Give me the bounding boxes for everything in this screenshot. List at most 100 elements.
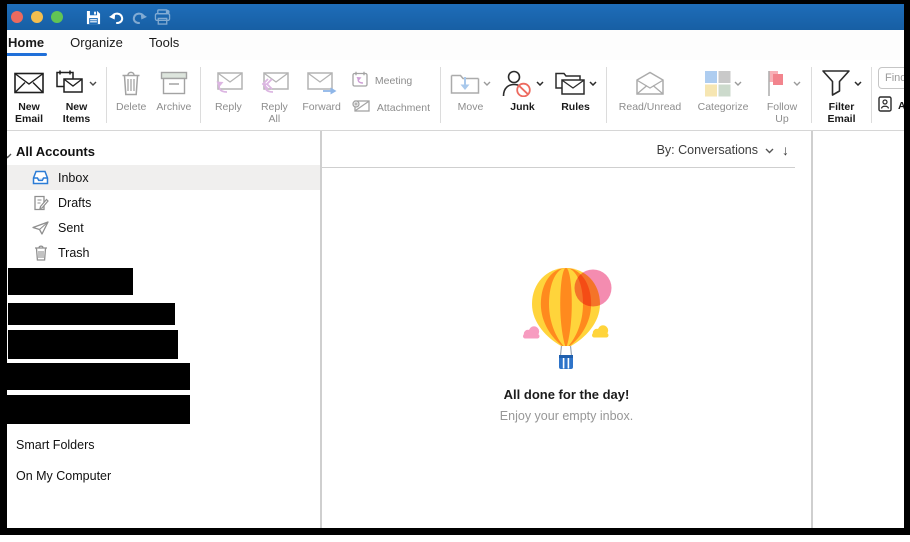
chevron-down-icon <box>734 81 742 86</box>
tab-organize[interactable]: Organize <box>70 35 123 56</box>
reply-all-arrow-envelope-icon <box>259 65 290 101</box>
chevron-down-icon <box>536 80 544 86</box>
chevron-down-icon <box>793 81 801 86</box>
read-unread-button[interactable]: Read/Unread <box>611 65 689 113</box>
chevron-down-icon <box>854 80 862 86</box>
new-items-button[interactable]: New Items <box>51 65 102 125</box>
address-book-button[interactable]: Add <box>878 96 906 115</box>
redacted-account-item[interactable] <box>8 268 133 295</box>
folder-sidebar: All Accounts Inbox Drafts Sent Trash Sma… <box>7 131 320 528</box>
ribbon-group-divider <box>871 67 873 123</box>
all-accounts-header[interactable]: All Accounts <box>7 143 320 159</box>
sort-direction-button[interactable]: ↓ <box>782 142 789 158</box>
tab-organize-label: Organize <box>70 34 123 50</box>
categorize-button[interactable]: Categorize <box>689 65 757 113</box>
paperclip-envelope-icon <box>352 99 370 116</box>
meeting-button[interactable]: Meeting <box>352 71 430 90</box>
active-tab-underline <box>7 52 48 56</box>
chevron-down-icon <box>589 80 597 86</box>
find-address-group: Add <box>878 67 906 115</box>
on-my-computer-section[interactable]: On My Computer <box>7 469 320 483</box>
funnel-icon <box>821 65 862 101</box>
filter-email-button[interactable]: Filter Email <box>816 65 867 125</box>
chevron-down-icon <box>7 147 12 162</box>
folder-list: Inbox Drafts Sent Trash <box>7 165 320 265</box>
zoom-button[interactable] <box>51 11 63 23</box>
message-list-header: By: Conversations ↓ <box>322 131 811 168</box>
folder-envelope-icon <box>554 65 597 101</box>
all-accounts-label: All Accounts <box>16 143 95 159</box>
find-contact-input[interactable] <box>878 67 904 89</box>
tab-tools-label: Tools <box>148 34 180 50</box>
sort-by-label: By: Conversations <box>656 142 758 157</box>
ribbon-group-divider <box>606 67 608 123</box>
chevron-down-icon <box>483 81 491 86</box>
smart-folders-label: Smart Folders <box>16 438 95 452</box>
forward-button[interactable]: Forward <box>297 65 346 113</box>
folder-drafts[interactable]: Drafts <box>7 190 320 215</box>
yellow-cloud <box>591 325 608 338</box>
pink-cloud <box>522 326 539 339</box>
attachment-button[interactable]: Attachment <box>352 99 430 116</box>
forward-arrow-envelope-icon <box>306 65 337 101</box>
open-envelope-icon <box>635 65 665 101</box>
junk-label: Junk <box>510 101 535 113</box>
hot-air-balloon-illustration <box>522 268 611 369</box>
ribbon: New Email New Items Delete Archive Reply… <box>7 60 904 131</box>
address-book-label: Add <box>898 99 906 112</box>
print-icon[interactable] <box>154 9 171 26</box>
blocked-person-icon <box>501 65 544 101</box>
traffic-lights <box>11 11 63 23</box>
move-button[interactable]: Move <box>445 65 496 113</box>
follow-up-button[interactable]: Follow Up <box>757 65 807 125</box>
new-email-button[interactable]: New Email <box>7 65 51 125</box>
save-icon[interactable] <box>85 9 102 26</box>
paper-plane-icon <box>32 219 49 236</box>
archive-box-icon <box>160 65 188 101</box>
tab-home-label: Home <box>8 34 45 50</box>
redacted-account-item[interactable] <box>8 303 175 325</box>
archive-button[interactable]: Archive <box>151 65 196 113</box>
attachment-label: Attachment <box>376 101 431 114</box>
folder-sent[interactable]: Sent <box>7 215 320 240</box>
close-button[interactable] <box>11 11 23 23</box>
reply-all-button[interactable]: Reply All <box>251 65 297 125</box>
folder-inbox-label: Inbox <box>58 170 89 185</box>
tab-home[interactable]: Home <box>7 34 48 56</box>
read-unread-label: Read/Unread <box>618 101 682 113</box>
rules-button[interactable]: Rules <box>549 65 602 113</box>
delete-label: Delete <box>116 101 147 113</box>
folder-trash[interactable]: Trash <box>7 240 320 265</box>
reply-label: Reply <box>214 101 242 113</box>
redacted-account-item[interactable] <box>7 395 190 424</box>
archive-label: Archive <box>156 101 192 113</box>
new-email-label: New Email <box>14 101 43 125</box>
trash-icon <box>32 244 49 261</box>
delete-button[interactable]: Delete <box>111 65 151 113</box>
redo-icon[interactable] <box>131 9 148 26</box>
smart-folders-section[interactable]: Smart Folders <box>7 438 320 452</box>
filter-email-label: Filter Email <box>827 101 856 125</box>
ribbon-group-divider <box>811 67 813 123</box>
redacted-account-item[interactable] <box>8 330 178 359</box>
meeting-attachment-group: Meeting Attachment <box>346 71 436 116</box>
minimize-button[interactable] <box>31 11 43 23</box>
on-my-computer-label: On My Computer <box>16 469 112 483</box>
tab-tools[interactable]: Tools <box>149 35 179 56</box>
undo-icon[interactable] <box>108 9 125 26</box>
junk-button[interactable]: Junk <box>496 65 549 113</box>
folder-sent-label: Sent <box>58 220 84 235</box>
forward-label: Forward <box>302 101 341 113</box>
reply-arrow-envelope-icon <box>213 65 244 101</box>
reply-button[interactable]: Reply <box>205 65 251 113</box>
empty-state-subtitle: Enjoy your empty inbox. <box>499 409 634 423</box>
follow-up-label: Follow Up <box>766 101 798 125</box>
envelope-icon <box>14 65 44 101</box>
calendar-envelope-icon <box>56 65 97 101</box>
inbox-tray-icon <box>32 169 49 186</box>
ribbon-group-divider <box>200 67 202 123</box>
folder-drafts-label: Drafts <box>58 195 92 210</box>
folder-inbox[interactable]: Inbox <box>7 165 320 190</box>
sort-by-dropdown[interactable]: By: Conversations <box>657 143 774 157</box>
redacted-account-item[interactable] <box>7 363 190 390</box>
